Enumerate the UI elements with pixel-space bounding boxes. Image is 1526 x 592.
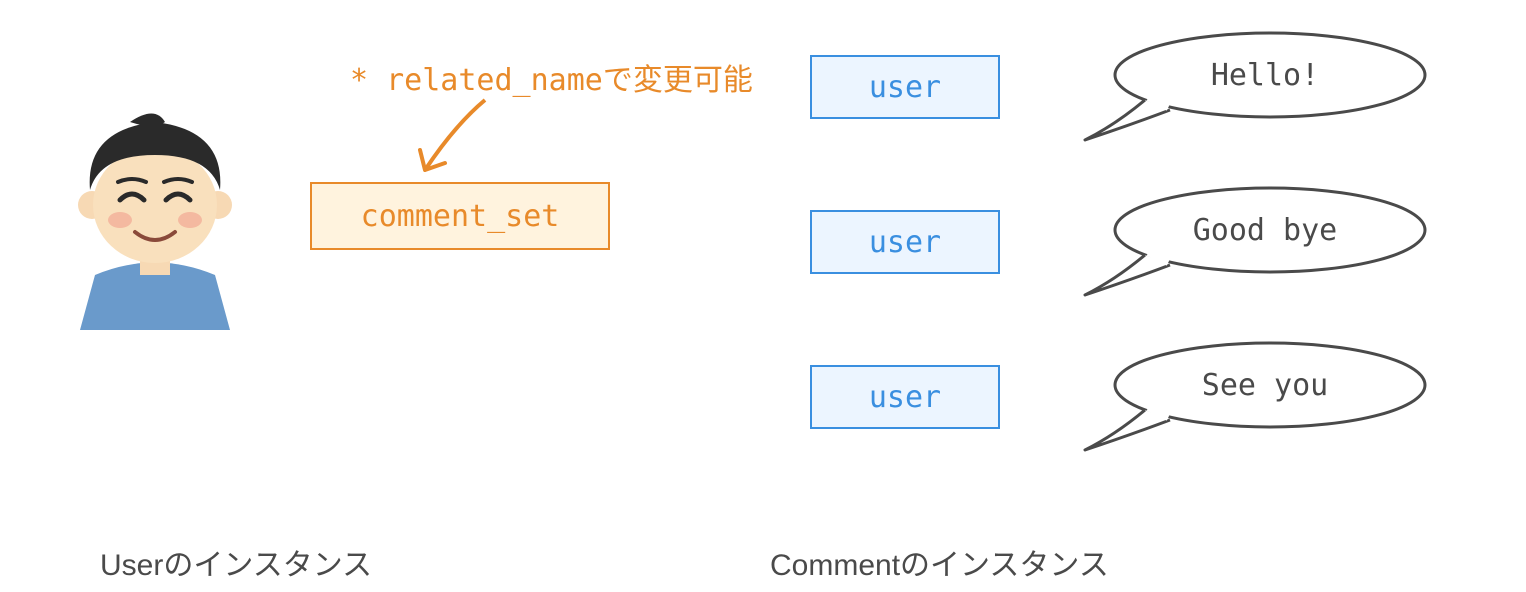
comment-instance-3: user See you — [810, 340, 1470, 455]
boy-avatar-illustration — [60, 100, 250, 330]
user-instance-caption: Userのインスタンス — [100, 540, 372, 584]
user-field-box: user — [810, 365, 1000, 429]
user-field-box: user — [810, 210, 1000, 274]
user-field-label: user — [869, 225, 941, 260]
user-field-label: user — [869, 380, 941, 415]
comment-instance-1: user Hello! — [810, 30, 1470, 145]
bubble-text: See you — [1110, 340, 1420, 430]
comment-set-label: comment_set — [361, 199, 560, 234]
bubble-text: Hello! — [1110, 30, 1420, 120]
comment-instance-caption: Commentのインスタンス — [770, 540, 1109, 584]
speech-bubble-icon: Hello! — [1060, 30, 1430, 145]
user-field-box: user — [810, 55, 1000, 119]
related-name-note: * related_nameで変更可能 — [350, 55, 753, 99]
speech-bubble-icon: See you — [1060, 340, 1430, 455]
speech-bubble-icon: Good bye — [1060, 185, 1430, 300]
comment-set-field-box: comment_set — [310, 182, 610, 250]
user-field-label: user — [869, 70, 941, 105]
arrow-icon — [400, 95, 500, 185]
bubble-text: Good bye — [1110, 185, 1420, 275]
comment-instance-2: user Good bye — [810, 185, 1470, 300]
